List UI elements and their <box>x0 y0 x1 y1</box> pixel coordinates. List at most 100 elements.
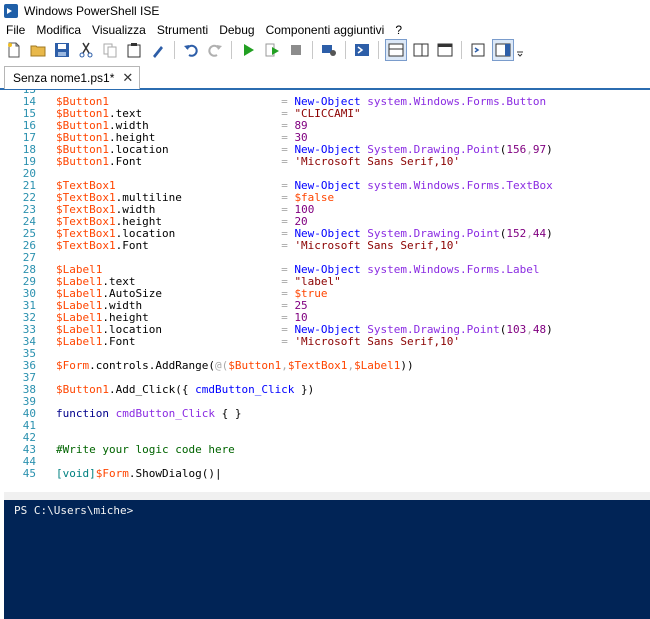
code-token-op: , <box>281 359 288 372</box>
clear-console-icon[interactable] <box>148 40 168 60</box>
title-bar: Windows PowerShell ISE <box>0 0 650 22</box>
code-token-bracket: ( <box>208 359 215 372</box>
code-token-var: $Form <box>95 467 129 480</box>
code-token-var: $Button1 <box>56 383 109 396</box>
window-title: Windows PowerShell ISE <box>24 4 160 18</box>
code-token-num: 103 <box>506 323 527 336</box>
show-command-icon[interactable] <box>468 40 488 60</box>
console-pane[interactable]: PS C:\Users\miche> <box>4 500 650 619</box>
script-tab-strip: Senza nome1.ps1* ✕ <box>0 64 650 90</box>
run-icon[interactable] <box>238 40 258 60</box>
code-token-var: $TextBox1 <box>287 359 348 372</box>
code-token-str: 'Microsoft Sans Serif,10' <box>294 155 461 168</box>
code-token-bracket: ) <box>546 227 553 240</box>
code-token-bracket: ) <box>546 323 553 336</box>
menu-debug[interactable]: Debug <box>213 23 259 37</box>
undo-icon[interactable] <box>181 40 201 60</box>
code-token-num: 48 <box>532 323 547 336</box>
code-token-eq: = <box>281 155 295 168</box>
code-line: $TextBox1.Font = 'Microsoft Sans Serif,1… <box>56 240 460 252</box>
code-token-prop: | <box>214 467 222 480</box>
code-token-sp <box>109 407 116 420</box>
script-editor[interactable]: 1314$Button1 = New-Object system.Windows… <box>4 90 650 492</box>
code-token-var: $Form <box>56 359 90 372</box>
code-token-bracket: () <box>201 467 215 480</box>
code-line: [void]$Form.ShowDialog()| <box>56 468 222 480</box>
code-token-func: cmdButton_Click <box>115 407 215 420</box>
code-token-prop: .Font <box>115 239 149 252</box>
code-token-kw: function <box>56 407 109 420</box>
menu-visualizza[interactable]: Visualizza <box>86 23 151 37</box>
toolbar-overflow-icon[interactable] <box>516 40 524 60</box>
redo-icon[interactable] <box>205 40 225 60</box>
run-selection-icon[interactable] <box>262 40 282 60</box>
menu-modifica[interactable]: Modifica <box>30 23 86 37</box>
stop-icon[interactable] <box>286 40 306 60</box>
tab-label: Senza nome1.ps1* <box>13 71 115 85</box>
save-icon[interactable] <box>52 40 72 60</box>
code-token-bracket: )) <box>400 359 414 372</box>
toolbar-separator <box>345 41 346 59</box>
cut-icon[interactable] <box>76 40 96 60</box>
tab-senza-nome1[interactable]: Senza nome1.ps1* ✕ <box>4 66 141 89</box>
code-token-op: @( <box>214 359 229 372</box>
code-line: #Write your logic code here <box>56 444 235 456</box>
paste-icon[interactable] <box>124 40 144 60</box>
code-token-prop: .Font <box>102 335 136 348</box>
code-token-var: $TextBox1 <box>56 239 116 252</box>
copy-icon[interactable] <box>100 40 120 60</box>
code-token-var: $Label1 <box>354 359 401 372</box>
code-token-var: $Label1 <box>56 335 103 348</box>
toolbar-separator <box>461 41 462 59</box>
code-line: $Button1.Add_Click({ cmdButton_Click }) <box>56 384 314 396</box>
toolbar-separator <box>378 41 379 59</box>
menu-componenti-aggiuntivi[interactable]: Componenti aggiuntivi <box>260 23 390 37</box>
code-token-prop: .Font <box>108 155 143 168</box>
code-padding <box>142 155 281 168</box>
code-token-eq: = <box>281 335 295 348</box>
code-token-typeacc: [void] <box>56 467 96 480</box>
code-token-op: , <box>526 227 533 240</box>
powershell-console-icon[interactable] <box>352 40 372 60</box>
code-token-type: system.Windows.Forms.TextBox <box>367 179 553 192</box>
code-token-bracket: ) <box>546 143 553 156</box>
code-token-bracket: }) <box>294 383 315 396</box>
code-token-prop: .controls.AddRange <box>89 359 209 372</box>
menu-strumenti[interactable]: Strumenti <box>151 23 213 37</box>
code-token-cmd: cmdButton_Click <box>195 383 295 396</box>
line-number: 45 <box>22 467 36 480</box>
code-token-op: , <box>526 143 533 156</box>
layout-top-icon[interactable] <box>385 39 407 61</box>
close-icon[interactable]: ✕ <box>122 70 133 86</box>
horizontal-scrollbar[interactable] <box>4 492 650 500</box>
remote-powershell-icon[interactable] <box>319 40 339 60</box>
code-line: $Label1.Font = 'Microsoft Sans Serif,10' <box>56 336 460 348</box>
code-token-var: $Button1 <box>228 359 282 372</box>
new-file-icon[interactable] <box>4 40 24 60</box>
code-padding <box>135 335 281 348</box>
code-token-str: 'Microsoft Sans Serif,10' <box>294 239 461 252</box>
code-token-type: system.Windows.Forms.Label <box>367 263 540 276</box>
toolbar <box>0 38 650 62</box>
code-token-eq: = <box>281 239 295 252</box>
code-line: function cmdButton_Click { } <box>56 408 241 420</box>
code-token-num: 156 <box>506 143 527 156</box>
layout-maximized-icon[interactable] <box>435 40 455 60</box>
code-token-str: 'Microsoft Sans Serif,10' <box>294 335 461 348</box>
code-padding <box>149 239 281 252</box>
code-token-var: $Button1 <box>56 155 109 168</box>
powershell-logo-icon <box>4 4 18 18</box>
menu-help[interactable]: ? <box>389 23 407 37</box>
menu-file[interactable]: File <box>0 23 30 37</box>
menu-bar: File Modifica Visualizza Strumenti Debug… <box>0 22 650 38</box>
open-folder-icon[interactable] <box>28 40 48 60</box>
layout-right-icon[interactable] <box>411 40 431 60</box>
code-token-num: 152 <box>506 227 527 240</box>
console-prompt: PS C:\Users\miche> <box>14 504 134 517</box>
code-token-prop: .ShowDialog <box>128 467 202 480</box>
show-addon-icon[interactable] <box>492 39 514 61</box>
code-token-num: 97 <box>532 143 547 156</box>
code-line: $Form.controls.AddRange(@($Button1,$Text… <box>56 360 414 372</box>
code-token-type: system.Windows.Forms.Button <box>367 95 547 108</box>
code-line: $Button1.Font = 'Microsoft Sans Serif,10… <box>56 156 460 168</box>
